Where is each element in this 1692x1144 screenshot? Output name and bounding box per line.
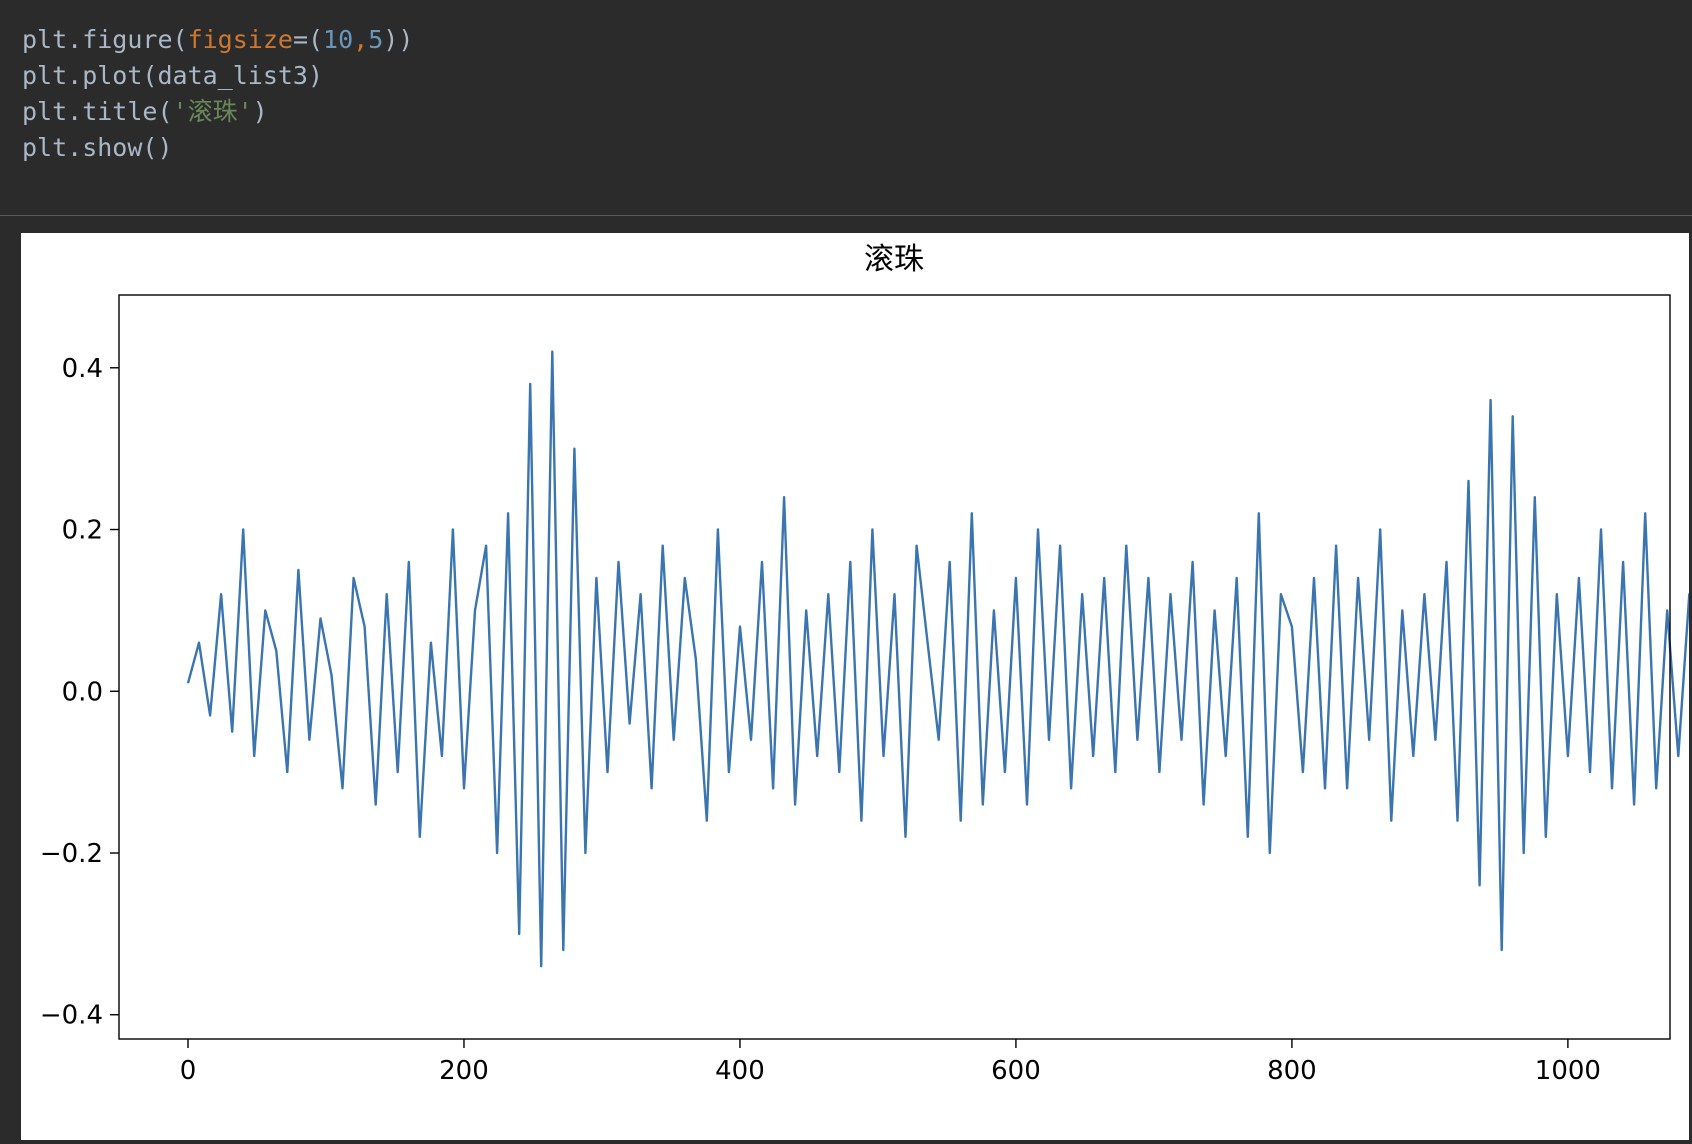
code-token: , <box>353 25 369 54</box>
series-line <box>186 350 1692 968</box>
x-tick-label: 400 <box>715 1056 765 1086</box>
code-token: 10 <box>323 25 354 54</box>
code-token: )) <box>383 25 414 54</box>
y-tick-label: 0.2 <box>62 516 103 546</box>
x-tick-label: 800 <box>1267 1056 1317 1086</box>
line-chart: 滚珠 0.4 0.2 0.0 −0.2 −0.4 0 200 400 600 800 1000 <box>40 242 1692 1086</box>
code-token: plt.show() <box>22 133 173 162</box>
code-line[interactable]: plt.title('滚珠') <box>22 94 268 130</box>
chart-title: 滚珠 <box>864 242 924 277</box>
code-editor[interactable]: plt.figure(figsize=(10,5)) plt.plot(data… <box>0 0 1692 216</box>
y-tick-label: −0.4 <box>40 1001 103 1031</box>
x-tick-label: 600 <box>991 1056 1041 1086</box>
y-tick-label: 0.0 <box>62 677 103 707</box>
y-tick-label: 0.4 <box>62 354 103 384</box>
y-axis-ticks: 0.4 0.2 0.0 −0.2 −0.4 <box>40 354 119 1031</box>
code-line[interactable]: plt.show() <box>22 130 173 166</box>
code-token: 5 <box>368 25 384 54</box>
x-tick-label: 200 <box>439 1056 489 1086</box>
x-axis-ticks: 0 200 400 600 800 1000 <box>180 1039 1601 1086</box>
y-tick-label: −0.2 <box>40 839 103 869</box>
code-token: plt.title( <box>22 97 173 126</box>
code-token: figsize <box>187 25 293 54</box>
code-line[interactable]: plt.figure(figsize=(10,5)) <box>22 22 413 58</box>
plot-area-frame <box>118 294 1671 1040</box>
code-token: =( <box>292 25 324 54</box>
cell-output: 滚珠 0.4 0.2 0.0 −0.2 −0.4 0 200 400 600 800 1000 <box>21 233 1692 1140</box>
code-token: ) <box>252 97 268 126</box>
x-tick-label: 0 <box>180 1056 197 1086</box>
code-token: plt.figure( <box>22 25 188 54</box>
code-line[interactable]: plt.plot(data_list3) <box>22 58 323 94</box>
notebook-cell: plt.figure(figsize=(10,5)) plt.plot(data… <box>0 0 1692 1144</box>
code-token: '滚珠' <box>172 97 253 126</box>
x-tick-label: 1000 <box>1535 1056 1601 1086</box>
code-token: plt.plot(data_list3) <box>22 61 324 90</box>
